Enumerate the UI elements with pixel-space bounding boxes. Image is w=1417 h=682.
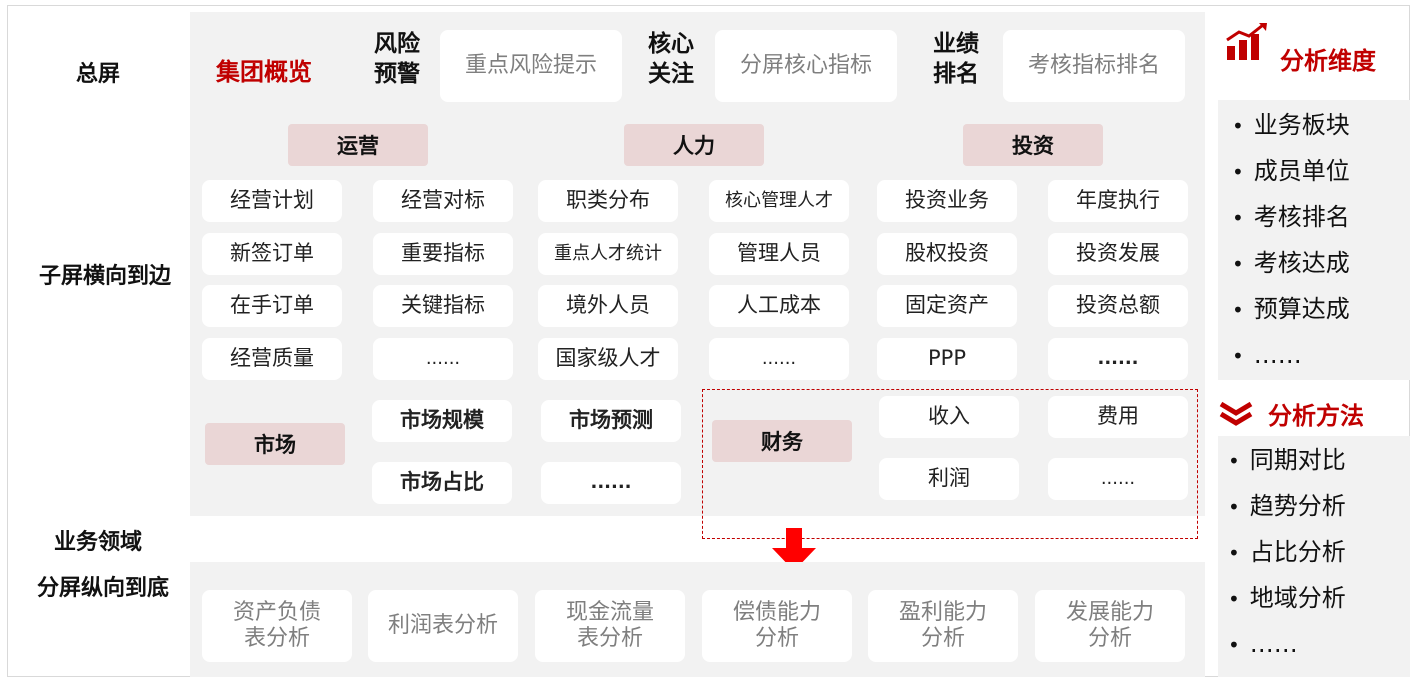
- investment-category: 投资: [963, 124, 1103, 166]
- operations-category: 运营: [288, 124, 428, 166]
- core-box[interactable]: 分屏核心指标: [715, 30, 897, 102]
- analysis-line1: 利润表分析: [387, 612, 498, 638]
- analysis-item-growth[interactable]: 发展能力 分析: [1035, 590, 1185, 662]
- hr-category: 人力: [624, 124, 764, 166]
- hr-item[interactable]: 人工成本: [709, 285, 849, 327]
- perf-box[interactable]: 考核指标排名: [1003, 30, 1185, 102]
- market-item[interactable]: ......: [541, 462, 681, 504]
- core-label-line2: 关注: [648, 60, 694, 87]
- core-focus-label: 核心 关注: [636, 30, 706, 90]
- hr-item[interactable]: 重点人才统计: [538, 233, 678, 275]
- row-label-sub-horizontal: 子屏横向到边: [38, 264, 171, 289]
- market-item[interactable]: 市场预测: [541, 400, 681, 442]
- operations-item[interactable]: 经营对标: [373, 180, 513, 222]
- finance-item[interactable]: 费用: [1048, 396, 1188, 438]
- core-label-line1: 核心: [648, 31, 694, 57]
- method-item: 趋势分析: [1228, 483, 1346, 529]
- operations-item[interactable]: 在手订单: [202, 285, 342, 327]
- analysis-item-profitability[interactable]: 盈利能力 分析: [868, 590, 1018, 662]
- dimension-item: 业务板块: [1232, 102, 1350, 148]
- finance-item[interactable]: ......: [1048, 458, 1188, 500]
- market-category: 市场: [205, 423, 345, 465]
- dimensions-title: 分析维度: [1280, 47, 1376, 75]
- row-label-main-screen: 总屏: [75, 62, 120, 87]
- analysis-line1: 发展能力: [1065, 599, 1154, 625]
- hr-item[interactable]: 境外人员: [538, 285, 678, 327]
- operations-item[interactable]: 新签订单: [202, 233, 342, 275]
- investment-item[interactable]: 投资总额: [1048, 285, 1188, 327]
- dimensions-list: 业务板块 成员单位 考核排名 考核达成 预算达成 ……: [1232, 102, 1350, 378]
- perf-label-line2: 排名: [933, 60, 979, 87]
- risk-warning-label: 风险 预警: [362, 30, 432, 90]
- analysis-line1: 偿债能力: [732, 599, 821, 625]
- market-item[interactable]: 市场占比: [372, 462, 512, 504]
- operations-item[interactable]: 关键指标: [373, 285, 513, 327]
- analysis-line2: 分析: [920, 626, 965, 651]
- investment-item[interactable]: 股权投资: [877, 233, 1017, 275]
- risk-label-line1: 风险: [374, 31, 420, 57]
- analysis-line2: 分析: [1087, 626, 1132, 651]
- analysis-item-cash-flow[interactable]: 现金流量 表分析: [535, 590, 685, 662]
- investment-item[interactable]: PPP: [877, 338, 1017, 380]
- dimension-item: 预算达成: [1232, 286, 1350, 332]
- method-item: 同期对比: [1228, 437, 1346, 483]
- analysis-line2: 表分析: [243, 626, 310, 651]
- hr-item[interactable]: ......: [709, 338, 849, 380]
- method-item: 地域分析: [1228, 575, 1346, 621]
- risk-box[interactable]: 重点风险提示: [440, 30, 622, 102]
- method-item: 占比分析: [1228, 529, 1346, 575]
- analysis-line1: 资产负债: [232, 599, 321, 625]
- investment-item[interactable]: 固定资产: [877, 285, 1017, 327]
- operations-item[interactable]: ......: [373, 338, 513, 380]
- hr-item[interactable]: 管理人员: [709, 233, 849, 275]
- dimension-item: 成员单位: [1232, 148, 1350, 194]
- performance-ranking-label: 业绩 排名: [921, 30, 991, 90]
- analysis-line1: 盈利能力: [898, 599, 987, 625]
- investment-item[interactable]: 年度执行: [1048, 180, 1188, 222]
- investment-item[interactable]: 投资发展: [1048, 233, 1188, 275]
- market-item[interactable]: 市场规模: [372, 400, 512, 442]
- investment-item[interactable]: ......: [1048, 338, 1188, 380]
- operations-item[interactable]: 重要指标: [373, 233, 513, 275]
- perf-label-line1: 业绩: [933, 31, 979, 57]
- hr-item[interactable]: 职类分布: [538, 180, 678, 222]
- dimension-item: 考核达成: [1232, 240, 1350, 286]
- analysis-item-balance-sheet[interactable]: 资产负债 表分析: [202, 590, 352, 662]
- operations-item[interactable]: 经营计划: [202, 180, 342, 222]
- methods-title: 分析方法: [1268, 402, 1364, 430]
- risk-label-line2: 预警: [374, 60, 420, 87]
- method-item: ……: [1228, 621, 1346, 667]
- bar-chart-trend-icon: [1226, 23, 1267, 60]
- finance-item[interactable]: 利润: [879, 458, 1019, 500]
- double-chevron-down-icon: [1219, 401, 1253, 426]
- investment-item[interactable]: 投资业务: [877, 180, 1017, 222]
- row-label-domain-line2: 分屏纵向到底: [36, 576, 169, 601]
- analysis-item-solvency[interactable]: 偿债能力 分析: [702, 590, 852, 662]
- analysis-item-income-statement[interactable]: 利润表分析: [368, 590, 518, 662]
- finance-category: 财务: [712, 420, 852, 462]
- group-overview-title: 集团概览: [216, 58, 312, 86]
- hr-item[interactable]: 核心管理人才: [709, 180, 849, 222]
- row-label-domain-line1: 业务领域: [53, 530, 142, 555]
- methods-list: 同期对比 趋势分析 占比分析 地域分析 ……: [1228, 437, 1346, 667]
- analysis-line2: 表分析: [576, 626, 643, 651]
- analysis-line2: 分析: [754, 626, 799, 651]
- operations-item[interactable]: 经营质量: [202, 338, 342, 380]
- finance-item[interactable]: 收入: [879, 396, 1019, 438]
- dimension-item: 考核排名: [1232, 194, 1350, 240]
- analysis-line1: 现金流量: [565, 599, 654, 625]
- dimension-item: ……: [1232, 332, 1350, 378]
- hr-item[interactable]: 国家级人才: [538, 338, 678, 380]
